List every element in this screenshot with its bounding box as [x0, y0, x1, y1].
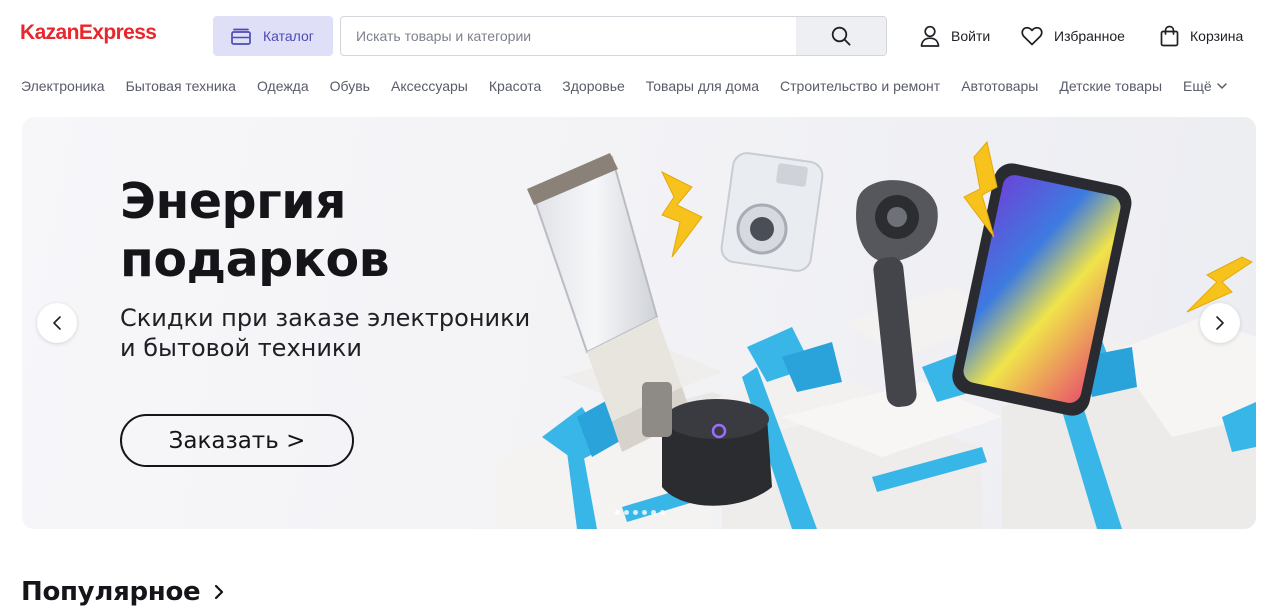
- banner-dot[interactable]: [651, 510, 656, 515]
- more-label: Ещё: [1183, 78, 1212, 94]
- category-link-clothing[interactable]: Одежда: [257, 78, 309, 94]
- category-link-kids[interactable]: Детские товары: [1059, 78, 1162, 94]
- category-link-appliances[interactable]: Бытовая техника: [126, 78, 236, 94]
- chevron-down-icon: [1216, 83, 1227, 89]
- order-button[interactable]: Заказать >: [120, 414, 354, 467]
- favorites-label: Избранное: [1054, 28, 1125, 44]
- login-label: Войти: [951, 28, 991, 44]
- category-link-construction[interactable]: Строительство и ремонт: [780, 78, 940, 94]
- heart-icon: [1021, 26, 1043, 46]
- catalog-icon: [231, 27, 251, 45]
- promo-banner[interactable]: Энергия подарков Скидки при заказе элект…: [22, 117, 1256, 529]
- category-link-health[interactable]: Здоровье: [562, 78, 625, 94]
- popular-title: Популярное: [21, 577, 201, 607]
- banner-prev-button[interactable]: [37, 303, 77, 343]
- banner-dot[interactable]: [615, 510, 620, 515]
- banner-pagination: [615, 510, 669, 515]
- banner-title-line1: Энергия: [120, 173, 347, 230]
- category-link-home[interactable]: Товары для дома: [646, 78, 759, 94]
- banner-subtitle: Скидки при заказе электроники и бытовой …: [120, 303, 560, 363]
- category-link-auto[interactable]: Автотовары: [961, 78, 1038, 94]
- category-link-shoes[interactable]: Обувь: [330, 78, 370, 94]
- chevron-right-icon: [215, 584, 224, 600]
- banner-subtitle-line1: Скидки при заказе электроники: [120, 304, 531, 332]
- cart-label: Корзина: [1190, 28, 1244, 44]
- banner-dot[interactable]: [633, 510, 638, 515]
- banner-next-button[interactable]: [1200, 303, 1240, 343]
- more-categories-button[interactable]: Ещё: [1183, 78, 1228, 94]
- banner-dot[interactable]: [624, 510, 629, 515]
- search-icon: [831, 26, 851, 46]
- instant-camera: [720, 152, 824, 272]
- header: KazanExpress Каталог Войти: [0, 0, 1270, 72]
- search-bar: [340, 16, 887, 56]
- category-link-beauty[interactable]: Красота: [489, 78, 541, 94]
- logo[interactable]: KazanExpress: [20, 20, 157, 46]
- favorites-button[interactable]: Избранное: [1021, 24, 1125, 48]
- banner-title: Энергия подарков: [120, 173, 390, 289]
- chevron-left-icon: [53, 316, 61, 330]
- category-nav: Электроника Бытовая техника Одежда Обувь…: [21, 76, 1228, 96]
- login-button[interactable]: Войти: [920, 24, 990, 48]
- category-link-accessories[interactable]: Аксессуары: [391, 78, 468, 94]
- banner-dot[interactable]: [660, 510, 665, 515]
- bag-icon: [1160, 25, 1179, 47]
- banner-dot[interactable]: [642, 510, 647, 515]
- chevron-right-icon: [1216, 316, 1224, 330]
- search-button[interactable]: [796, 17, 886, 55]
- user-icon: [920, 25, 940, 47]
- banner-title-line2: подарков: [120, 231, 390, 288]
- catalog-label: Каталог: [263, 28, 314, 44]
- catalog-button[interactable]: Каталог: [213, 16, 333, 56]
- popular-section-link[interactable]: Популярное: [21, 577, 225, 607]
- search-input[interactable]: [341, 17, 797, 55]
- banner-subtitle-line2: и бытовой техники: [120, 334, 363, 362]
- cart-button[interactable]: Корзина: [1160, 24, 1243, 48]
- category-link-electronics[interactable]: Электроника: [21, 78, 105, 94]
